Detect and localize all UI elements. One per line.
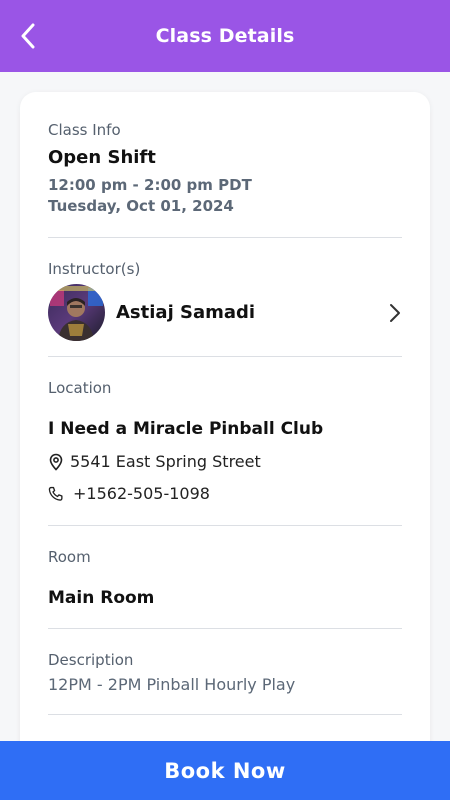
instructor-item[interactable]: Astiaj Samadi [48,284,402,341]
class-details-screen: Class Details Class Info Open Shift 12:0… [0,0,450,800]
page-title: Class Details [155,25,295,47]
avatar [48,284,105,341]
room-name: Main Room [48,588,155,608]
room-section: Room Main Room [48,526,402,629]
book-now-button[interactable]: Book Now [0,741,450,800]
map-pin-icon [49,453,63,471]
chevron-right-icon [390,303,400,322]
description-section: Description 12PM - 2PM Pinball Hourly Pl… [48,629,402,715]
location-label: Location [48,379,112,397]
class-info-label: Class Info [48,121,121,139]
description-label: Description [48,651,134,669]
address-row: 5541 East Spring Street [48,452,402,471]
description-text: 12PM - 2PM Pinball Hourly Play [48,675,296,694]
back-button[interactable] [14,20,42,52]
phone-row[interactable]: +1562-505-1098 [48,484,402,503]
room-label: Room [48,548,91,566]
location-name: I Need a Miracle Pinball Club [48,419,324,439]
location-section: Location I Need a Miracle Pinball Club 5… [48,357,402,526]
chevron-left-icon [21,23,35,49]
instructor-label: Instructor(s) [48,260,141,278]
details-card: Class Info Open Shift 12:00 pm - 2:00 pm… [20,92,430,800]
class-name: Open Shift [48,147,156,168]
class-time: 12:00 pm - 2:00 pm PDT [48,176,252,194]
class-date: Tuesday, Oct 01, 2024 [48,197,234,215]
instructor-name: Astiaj Samadi [116,302,256,323]
class-info-section: Class Info Open Shift 12:00 pm - 2:00 pm… [48,92,402,238]
phone-icon [48,486,63,501]
instructor-section: Instructor(s) Astiaj Samadi [48,238,402,357]
address-text: 5541 East Spring Street [70,452,261,471]
top-bar: Class Details [0,0,450,72]
phone-number[interactable]: +1562-505-1098 [73,484,210,503]
